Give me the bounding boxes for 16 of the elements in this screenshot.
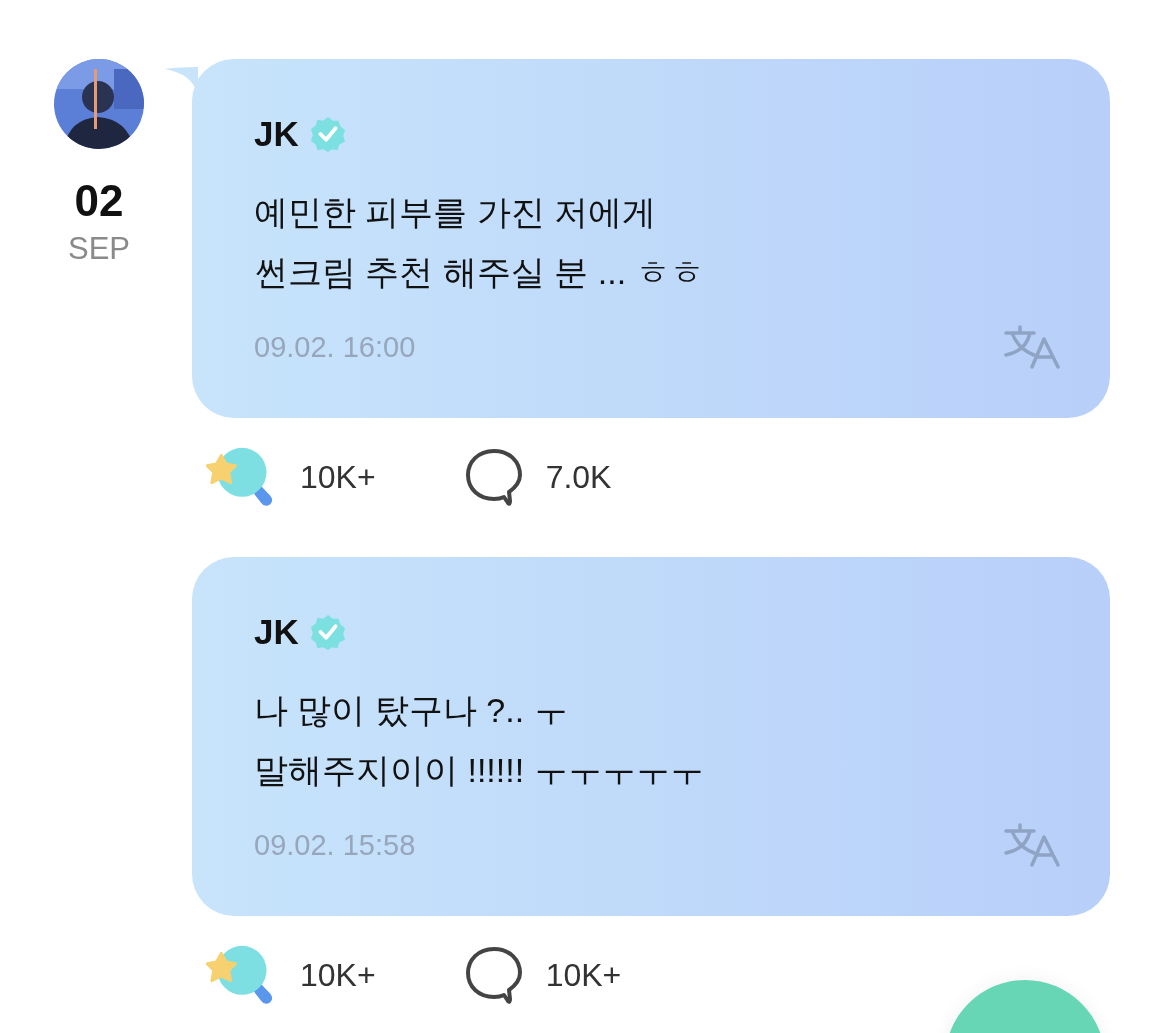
- date-day: 02: [54, 175, 144, 227]
- author-name: JK: [254, 611, 299, 653]
- translate-icon[interactable]: [1004, 325, 1062, 369]
- like-count: 10K+: [300, 458, 376, 496]
- comment-icon[interactable]: [463, 447, 524, 507]
- like-count: 10K+: [300, 956, 376, 994]
- comment-icon[interactable]: [463, 945, 524, 1005]
- translate-icon[interactable]: [1004, 823, 1062, 867]
- timestamp: 09.02. 15:58: [254, 828, 416, 862]
- message-text: 나 많이 탔구나 ?.. ㅜ 말해주지이이 !!!!!! ㅜㅜㅜㅜㅜ: [254, 690, 705, 791]
- comment-count: 10K+: [545, 956, 622, 994]
- comment-count: 7.0K: [545, 458, 612, 496]
- author-name: JK: [254, 113, 299, 155]
- message-text: 예민한 피부를 가진 저에게 썬크림 추천 해주실 분 ... ㅎㅎ: [254, 192, 705, 293]
- timestamp: 09.02. 16:00: [254, 330, 416, 364]
- date-month: SEP: [67, 230, 131, 268]
